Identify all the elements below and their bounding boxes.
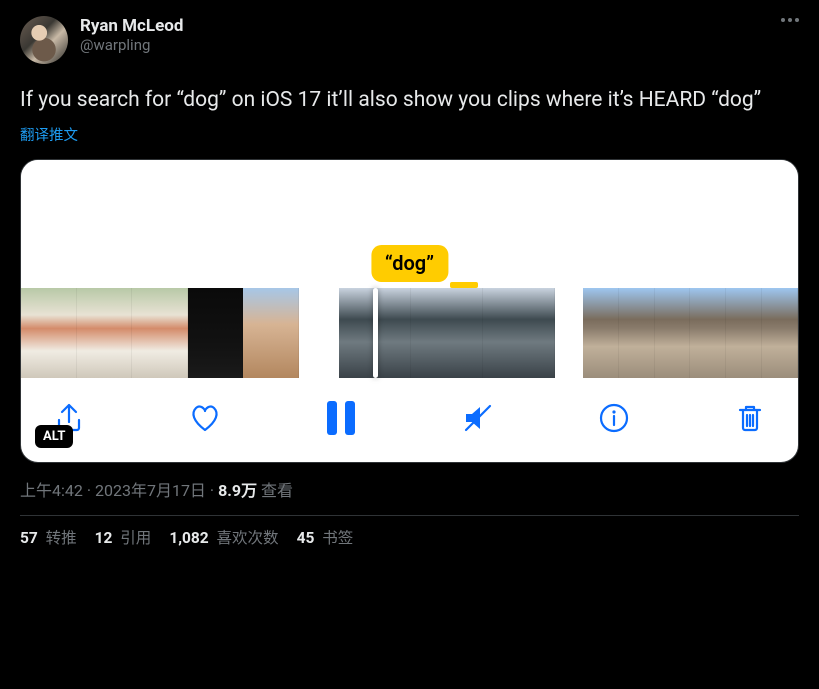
media-toolbar [21, 378, 798, 462]
thumbnail [726, 288, 762, 378]
bookmarks-stat[interactable]: 45 书签 [297, 526, 354, 548]
tweet-container: Ryan McLeod @warpling If you search for … [0, 0, 819, 564]
thumbnail [411, 288, 483, 378]
author-name[interactable]: Ryan McLeod [80, 16, 781, 36]
heart-icon[interactable] [187, 400, 223, 436]
media-header-area: “dog” [21, 160, 798, 288]
info-icon[interactable] [596, 400, 632, 436]
clip-thumbnail-group [583, 288, 798, 378]
likes-stat[interactable]: 1,082 喜欢次数 [169, 526, 278, 548]
mute-icon[interactable] [460, 400, 496, 436]
trash-icon[interactable] [732, 400, 768, 436]
divider [20, 515, 799, 516]
thumbnail [619, 288, 655, 378]
author-block: Ryan McLeod @warpling [80, 16, 781, 54]
thumbnail [132, 288, 188, 378]
avatar[interactable] [20, 16, 68, 64]
alt-badge[interactable]: ALT [35, 425, 73, 448]
views-label: 查看 [257, 481, 293, 500]
clip-gap [299, 288, 339, 378]
engagement-stats: 57 转推 12 引用 1,082 喜欢次数 45 书签 [20, 526, 799, 552]
tweet-header: Ryan McLeod @warpling [20, 16, 799, 64]
author-handle[interactable]: @warpling [80, 36, 781, 54]
thumbnail [655, 288, 691, 378]
retweets-stat[interactable]: 57 转推 [20, 526, 77, 548]
tweet-text: If you search for “dog” on iOS 17 it’ll … [20, 86, 799, 114]
quotes-stat[interactable]: 12 引用 [95, 526, 152, 548]
views-count[interactable]: 8.9万 [218, 481, 257, 500]
clip-thumbnail-group [21, 288, 299, 378]
tweet-meta: 上午4:42 · 2023年7月17日 · 8.9万 查看 [20, 477, 799, 501]
clip-thumbnail-group [339, 288, 555, 378]
translate-link[interactable]: 翻译推文 [20, 124, 799, 145]
tweet-date[interactable]: 2023年7月17日 [95, 481, 206, 500]
pause-icon[interactable] [323, 400, 359, 436]
clip-gap [555, 288, 583, 378]
thumbnail [243, 288, 299, 378]
playhead[interactable] [373, 288, 378, 378]
thumbnail [583, 288, 619, 378]
search-term-bubble: “dog” [371, 245, 448, 282]
more-options-icon[interactable] [781, 16, 799, 22]
thumbnail [690, 288, 726, 378]
thumbnail [188, 288, 244, 378]
thumbnail [762, 288, 798, 378]
thumbnail [21, 288, 77, 378]
tweet-time[interactable]: 上午4:42 [20, 481, 83, 500]
video-timeline-strip[interactable] [21, 288, 798, 378]
thumbnail [483, 288, 555, 378]
thumbnail [77, 288, 133, 378]
media-card[interactable]: “dog” [20, 159, 799, 463]
